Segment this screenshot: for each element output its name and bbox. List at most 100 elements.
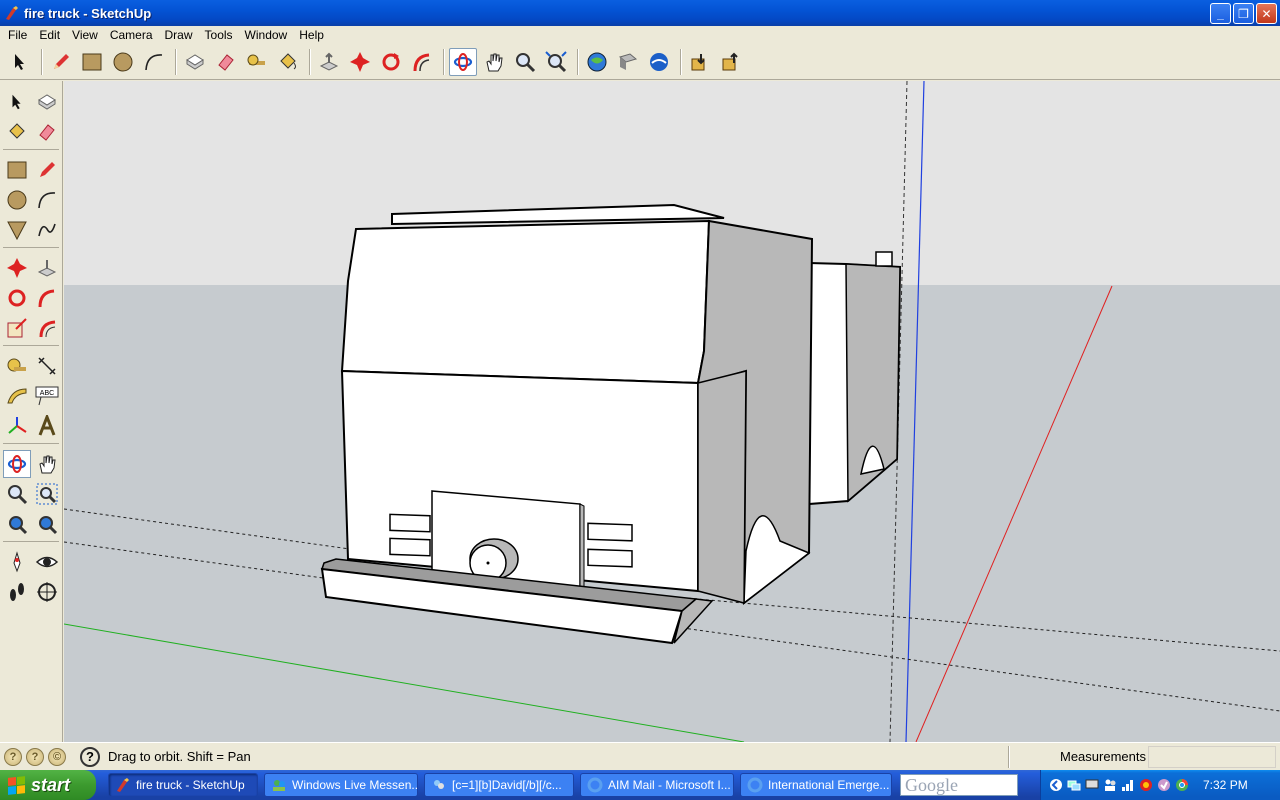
zoom-tool-button[interactable] [511,48,539,76]
palette-rotate-button[interactable] [3,284,31,312]
measurements-input[interactable] [1148,746,1276,768]
palette-push-pull-button[interactable] [33,254,61,282]
palette-rectangle-button[interactable] [3,156,31,184]
windows-logo-icon [8,775,25,795]
palette-dimension-button[interactable] [33,352,61,380]
palette-tape-measure-button[interactable] [3,352,31,380]
menu-tools[interactable]: Tools [199,28,239,42]
palette-paint-bucket-button[interactable] [3,118,31,146]
arc-tool-button[interactable] [140,48,168,76]
signal-icon[interactable] [1121,778,1135,792]
google-earth-button[interactable] [645,48,673,76]
get-models-button[interactable] [583,48,611,76]
palette-select-button[interactable] [3,88,31,116]
push-pull-icon [319,52,339,71]
palette-position-camera-button[interactable] [3,548,31,576]
task-messenger[interactable]: Windows Live Messen... [264,773,418,797]
palette-scale-button[interactable] [3,314,31,342]
zoom-extents-button[interactable] [542,48,570,76]
eraser-tool-button[interactable] [212,48,240,76]
restore-button[interactable]: ❐ [1233,3,1254,24]
close-button[interactable]: ✕ [1256,3,1277,24]
palette-zoom-button[interactable] [3,480,31,508]
import-button[interactable] [686,48,714,76]
push-pull-button[interactable] [315,48,343,76]
palette-3d-text-button[interactable] [33,412,61,440]
share-model-button[interactable] [614,48,642,76]
palette-axes-button[interactable] [3,412,31,440]
text-icon-label: ABC [40,390,54,397]
palette-eraser-button[interactable] [33,118,61,146]
menu-edit[interactable]: Edit [33,28,66,42]
palette-follow-me-button[interactable] [33,284,61,312]
palette-pencil-button[interactable] [33,156,61,184]
export-button[interactable] [717,48,745,76]
palette-look-around-button[interactable] [33,548,61,576]
model-viewport[interactable] [64,81,1280,742]
network-icon[interactable] [1067,778,1081,792]
start-label: start [31,774,71,795]
section-plane-icon [37,582,57,602]
move-tool-button[interactable] [346,48,374,76]
palette-circle-button[interactable] [3,186,31,214]
palette-zoom-window-button[interactable] [33,480,61,508]
palette-arc-button[interactable] [33,186,61,214]
status-hint: Drag to orbit. Shift = Pan [108,749,251,764]
task-chat[interactable]: [c=1][b]David[/b][/c... [424,773,574,797]
palette-make-component-button[interactable] [33,88,61,116]
title-bar: fire truck - SketchUp _ ❐ ✕ [0,0,1280,26]
follow-me-button[interactable] [408,48,436,76]
select-icon [12,94,21,110]
palette-freehand-button[interactable] [33,216,61,244]
make-component-button[interactable] [181,48,209,76]
palette-move-button[interactable] [3,254,31,282]
users-icon[interactable] [1103,778,1117,792]
menu-camera[interactable]: Camera [104,28,159,42]
menu-help[interactable]: Help [293,28,330,42]
minimize-button[interactable]: _ [1210,3,1231,24]
palette-protractor-button[interactable] [3,382,31,410]
task-aim-mail[interactable]: AIM Mail - Microsoft I... [580,773,734,797]
push-pull-icon [37,260,57,277]
geo-location-icon[interactable]: ? [4,747,22,766]
rotate-tool-button[interactable] [377,48,405,76]
menu-window[interactable]: Window [239,28,294,42]
palette-text-button[interactable]: ABC [33,382,61,410]
palette-polygon-button[interactable] [3,216,31,244]
task-international-emergency[interactable]: International Emerge... [740,773,892,797]
menu-view[interactable]: View [66,28,104,42]
palette-walk-button[interactable] [3,578,31,606]
select-tool-button[interactable] [6,48,34,76]
palette-zoom-extents-button[interactable] [33,510,61,538]
chat-icon [434,780,444,789]
google-search-box[interactable]: Google [900,774,1018,796]
user-icon[interactable]: © [48,747,66,766]
circle-tool-button[interactable] [109,48,137,76]
chevron-left-icon[interactable] [1049,778,1063,792]
palette-orbit-button[interactable] [3,450,31,478]
instructor-help-icon[interactable]: ? [80,746,100,767]
task-sketchup[interactable]: fire truck - SketchUp [108,773,258,797]
palette-previous-view-button[interactable] [3,510,31,538]
status-separator [1008,746,1010,768]
menu-file[interactable]: File [2,28,33,42]
palette-pan-button[interactable] [33,450,61,478]
start-button[interactable]: start [0,770,96,800]
security-icon[interactable] [1157,778,1171,792]
credits-icon[interactable]: ? [26,747,44,766]
pan-tool-button[interactable] [480,48,508,76]
make-component-icon [38,94,56,110]
paint-bucket-button[interactable] [274,48,302,76]
menu-draw[interactable]: Draw [159,28,199,42]
get-models-icon [587,52,607,71]
chrome-icon[interactable] [1175,778,1189,792]
rectangle-tool-button[interactable] [78,48,106,76]
antivirus-icon[interactable] [1139,778,1153,792]
orbit-tool-button[interactable] [449,47,477,76]
toolbar-separator [443,48,445,75]
pencil-tool-button[interactable] [47,48,75,76]
palette-section-plane-button[interactable] [33,578,61,606]
display-icon[interactable] [1085,778,1099,792]
palette-offset-button[interactable] [33,314,61,342]
tape-measure-button[interactable] [243,48,271,76]
